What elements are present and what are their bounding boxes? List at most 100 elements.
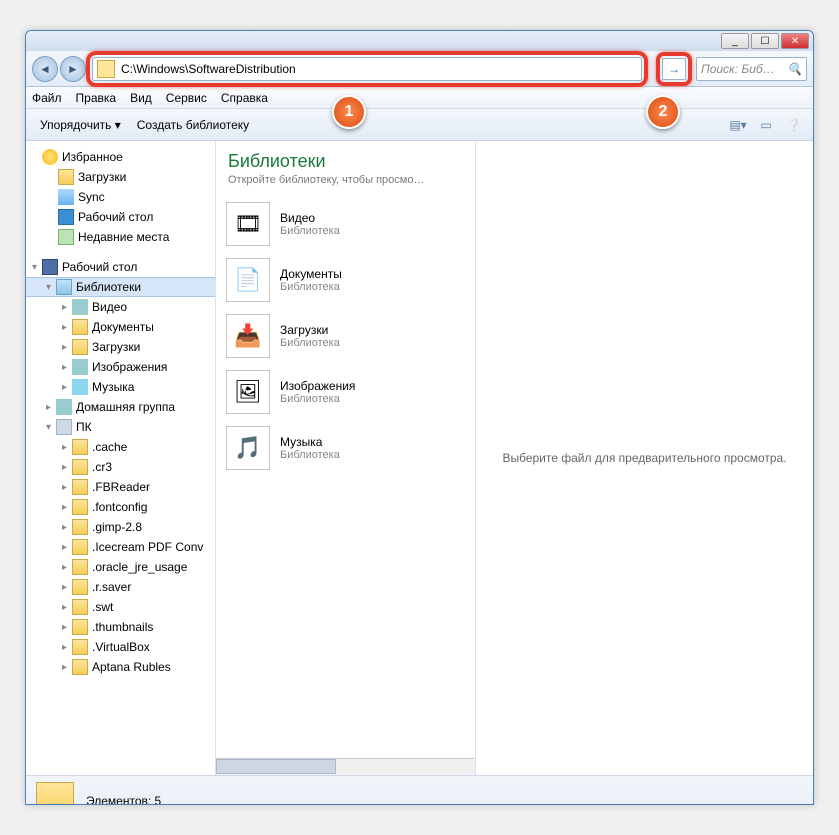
folder-icon [97, 60, 115, 78]
sidebar-pc-2[interactable]: ▸ .FBReader [26, 477, 215, 497]
sidebar-pc-5[interactable]: ▸ .Icecream PDF Conv [26, 537, 215, 557]
forward-button[interactable]: ► [60, 56, 86, 82]
explorer-window: _ ☐ ✕ ◄ ► → Поиск: Биб… 🔍 Файл Правка Ви… [25, 30, 814, 805]
folder-icon [72, 459, 88, 475]
maximize-button[interactable]: ☐ [751, 33, 779, 49]
folder-icon [72, 319, 88, 335]
tree-twisty: ▾ [46, 422, 56, 433]
sidebar-pc-11[interactable]: ▸Aptana Rubles [26, 657, 215, 677]
lib-icon [56, 279, 72, 295]
organize-button[interactable]: Упорядочить ▾ [32, 115, 129, 135]
library-icon: 📥 [226, 314, 270, 358]
tree-twisty: ▸ [62, 482, 72, 493]
sidebar-pc-7[interactable]: ▸.r.saver [26, 577, 215, 597]
body: ИзбранноеЗагрузкиSyncРабочий столНедавни… [26, 141, 813, 775]
sidebar-label: Музыка [92, 380, 134, 394]
folder-icon [72, 599, 88, 615]
tree-twisty: ▸ [62, 342, 72, 353]
library-item-3[interactable]: 🖼ИзображенияБиблиотека [222, 364, 469, 420]
sidebar-pc-6[interactable]: ▸.oracle_jre_usage [26, 557, 215, 577]
help-button[interactable]: ❔ [781, 114, 807, 136]
sidebar-lib-4[interactable]: ▸Музыка [26, 377, 215, 397]
tree-twisty: ▸ [62, 602, 72, 613]
sidebar-libraries-header[interactable]: ▾Библиотеки [26, 277, 215, 297]
menu-edit[interactable]: Правка [76, 91, 117, 105]
view-options-button[interactable]: ▤▾ [725, 114, 751, 136]
go-button-wrap: → [662, 58, 686, 80]
library-item-2[interactable]: 📥ЗагрузкиБиблиотека [222, 308, 469, 364]
folder-view: Библиотеки Откройте библиотеку, чтобы пр… [216, 141, 476, 775]
pc-icon [56, 419, 72, 435]
sidebar-pc-header[interactable]: ▾ПК [26, 417, 215, 437]
search-box[interactable]: Поиск: Биб… 🔍 [696, 57, 807, 81]
tree-twisty: ▸ [62, 542, 72, 553]
library-icon: 📄 [226, 258, 270, 302]
back-button[interactable]: ◄ [32, 56, 58, 82]
sidebar-lib-1[interactable]: ▸ Документы [26, 317, 215, 337]
library-type: Библиотека [280, 393, 355, 405]
folder-icon [72, 499, 88, 515]
sidebar-label: Изображения [92, 360, 167, 374]
folder-icon [72, 519, 88, 535]
folder-icon [72, 579, 88, 595]
media-icon [56, 399, 72, 415]
sidebar-label: Документы [92, 320, 154, 334]
sidebar-label: .FBReader [92, 480, 150, 494]
sidebar-pc-4[interactable]: ▸.gimp-2.8 [26, 517, 215, 537]
sidebar-label: Загрузки [92, 340, 140, 354]
sidebar-pc-3[interactable]: ▸.fontconfig [26, 497, 215, 517]
address-input[interactable] [119, 62, 641, 76]
sidebar-label: .Icecream PDF Conv [92, 540, 203, 554]
menu-file[interactable]: Файл [32, 91, 62, 105]
sidebar-label: Недавние места [78, 230, 169, 244]
sidebar-label: .gimp-2.8 [92, 520, 142, 534]
library-item-1[interactable]: 📄ДокументыБиблиотека [222, 252, 469, 308]
close-button[interactable]: ✕ [781, 33, 809, 49]
tree-twisty: ▸ [62, 502, 72, 513]
tree-twisty: ▸ [62, 322, 72, 333]
sync-icon [58, 189, 74, 205]
library-name: Изображения [280, 379, 355, 393]
status-count: 5 [155, 794, 162, 806]
sidebar-favorites-header[interactable]: Избранное [26, 147, 215, 167]
sidebar-label: Рабочий стол [78, 210, 153, 224]
sidebar-fav-0[interactable]: Загрузки [26, 167, 215, 187]
scrollbar-thumb[interactable] [216, 759, 336, 774]
minimize-button[interactable]: _ [721, 33, 749, 49]
sidebar-pc-9[interactable]: ▸.thumbnails [26, 617, 215, 637]
sidebar-desktop-header[interactable]: ▾Рабочий стол [26, 257, 215, 277]
menu-tools[interactable]: Сервис [166, 91, 207, 105]
sidebar-fav-2[interactable]: Рабочий стол [26, 207, 215, 227]
tree-twisty: ▸ [46, 402, 56, 413]
library-type: Библиотека [280, 337, 340, 349]
address-bar[interactable] [92, 57, 642, 81]
library-item-4[interactable]: 🎵МузыкаБиблиотека [222, 420, 469, 476]
monitor-icon [42, 259, 58, 275]
menu-view[interactable]: Вид [130, 91, 152, 105]
sidebar-fav-3[interactable]: Недавние места [26, 227, 215, 247]
sidebar-lib-2[interactable]: ▸ Загрузки [26, 337, 215, 357]
sidebar-pc-0[interactable]: ▸.cache [26, 437, 215, 457]
preview-pane-button[interactable]: ▭ [753, 114, 779, 136]
sidebar-homegroup[interactable]: ▸Домашняя группа [26, 397, 215, 417]
tree-twisty: ▾ [46, 282, 56, 293]
library-icon [36, 782, 74, 806]
sidebar-label: .cache [92, 440, 127, 454]
sidebar-pc-10[interactable]: ▸.VirtualBox [26, 637, 215, 657]
menu-help[interactable]: Справка [221, 91, 268, 105]
sidebar-label: Видео [92, 300, 127, 314]
sidebar-pc-1[interactable]: ▸.cr3 [26, 457, 215, 477]
sidebar-lib-3[interactable]: ▸Изображения [26, 357, 215, 377]
folder-icon [72, 639, 88, 655]
library-type: Библиотека [280, 225, 340, 237]
sidebar-pc-8[interactable]: ▸.swt [26, 597, 215, 617]
nav-row: ◄ ► → Поиск: Биб… 🔍 [26, 51, 813, 87]
go-button[interactable]: → [662, 58, 686, 80]
menu-bar: Файл Правка Вид Сервис Справка [26, 87, 813, 109]
new-library-button[interactable]: Создать библиотеку [129, 115, 257, 135]
address-bar-wrap [92, 57, 642, 81]
horizontal-scrollbar[interactable] [216, 758, 475, 775]
sidebar-lib-0[interactable]: ▸Видео [26, 297, 215, 317]
sidebar-fav-1[interactable]: Sync [26, 187, 215, 207]
library-item-0[interactable]: 🎞ВидеоБиблиотека [222, 196, 469, 252]
